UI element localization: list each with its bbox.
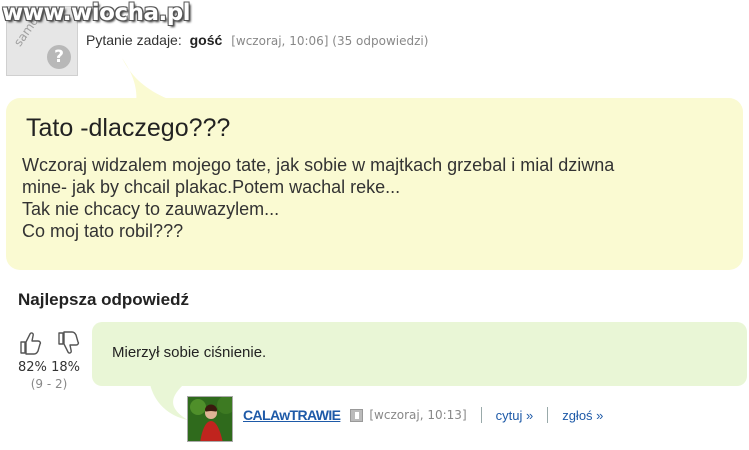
question-byline: Pytanie zadaje: gość [wczoraj, 10:06] (3…: [86, 32, 428, 48]
report-link[interactable]: zgłoś »: [562, 408, 603, 423]
question-body-line: Co moj tato robil???: [22, 221, 184, 241]
thumbs-up-icon[interactable]: [18, 330, 42, 356]
vote-counts: (9 - 2): [30, 377, 68, 391]
quote-link[interactable]: cytuj »: [496, 408, 534, 423]
best-answer-heading: Najlepsza odpowiedź: [18, 290, 189, 309]
watermark: www.wiocha.pl: [2, 0, 191, 26]
user-badge-icon: [350, 408, 364, 422]
vote-up-percent: 82%: [18, 360, 47, 375]
question-bubble-tail: [122, 58, 176, 102]
asker-name: gość: [189, 32, 223, 48]
answer-text: Mierzył sobie ciśnienie.: [112, 344, 267, 361]
answer-time: [wczoraj, 10:13]: [369, 408, 467, 422]
answer-byline: CALAwTRAWIE [wczoraj, 10:13] cytuj » zgł…: [243, 407, 603, 423]
answerer-avatar[interactable]: [187, 396, 233, 442]
question-mark-icon: ?: [47, 45, 71, 69]
question-meta: [wczoraj, 10:06] (35 odpowiedzi): [231, 34, 429, 48]
question-body: Wczoraj widzalem mojego tate, jak sobie …: [22, 154, 742, 242]
question-bubble: Tato -dlaczego??? Wczoraj widzalem mojeg…: [6, 98, 743, 270]
vote-down-percent: 18%: [51, 360, 80, 375]
vote-percentages: 82% 18%: [8, 360, 90, 375]
question-title: Tato -dlaczego???: [26, 114, 231, 142]
ask-label: Pytanie zadaje:: [86, 32, 182, 48]
answer-bubble: Mierzył sobie ciśnienie.: [92, 322, 747, 386]
answerer-avatar-image: [188, 397, 232, 441]
question-body-line: Wczoraj widzalem mojego tate, jak sobie …: [22, 155, 615, 175]
vote-panel: 82% 18% (9 - 2): [8, 330, 90, 391]
answer-bubble-tail: [150, 384, 188, 420]
thumbs-down-icon[interactable]: [56, 330, 80, 356]
divider: [480, 407, 482, 423]
question-body-line: mine- jak by chcail plakac.Potem wachal …: [22, 177, 401, 197]
answerer-name-link[interactable]: CALAwTRAWIE: [243, 407, 341, 423]
divider: [547, 407, 549, 423]
question-body-line: Tak nie chcacy to zauwazylem...: [22, 199, 280, 219]
